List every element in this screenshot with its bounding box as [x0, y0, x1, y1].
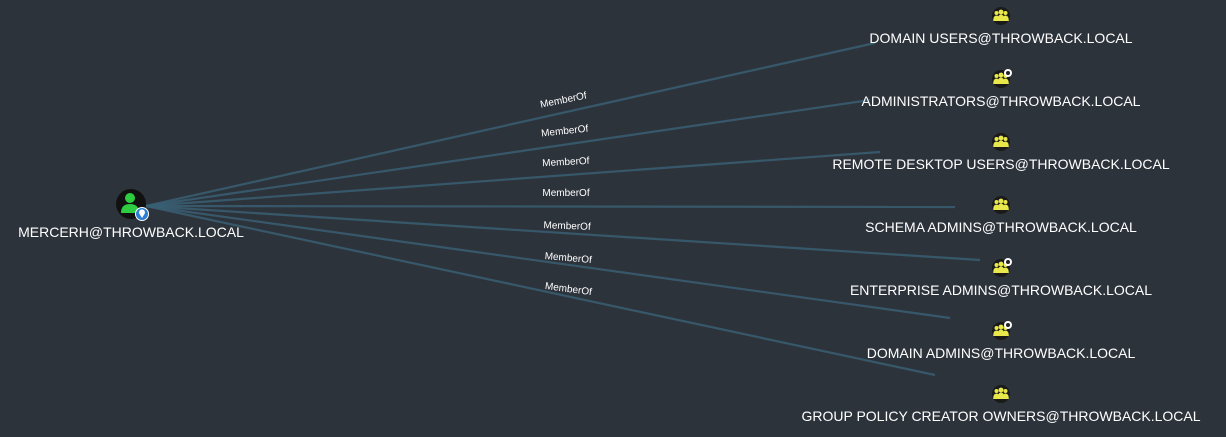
highvalue-badge-icon: [1004, 321, 1012, 329]
edge-label: MemberOf: [543, 220, 591, 233]
group-node-label: DOMAIN USERS@THROWBACK.LOCAL: [869, 30, 1132, 46]
edge-memberof[interactable]: [145, 41, 876, 208]
group-node[interactable]: GROUP POLICY CREATOR OWNERS@THROWBACK.LO…: [801, 385, 1201, 424]
edge-label: MemberOf: [541, 124, 589, 140]
source-node-label: MERCERH@THROWBACK.LOCAL: [18, 224, 244, 240]
group-node[interactable]: SCHEMA ADMINS@THROWBACK.LOCAL: [865, 196, 1137, 235]
group-icon: [992, 7, 1010, 25]
highvalue-badge-icon: [1004, 69, 1012, 77]
group-node-label: SCHEMA ADMINS@THROWBACK.LOCAL: [865, 219, 1137, 235]
group-node-label: GROUP POLICY CREATOR OWNERS@THROWBACK.LO…: [801, 408, 1200, 424]
group-node[interactable]: REMOTE DESKTOP USERS@THROWBACK.LOCAL: [832, 133, 1170, 172]
map-pin-icon: [135, 207, 149, 221]
group-node-label: ADMINISTRATORS@THROWBACK.LOCAL: [862, 93, 1141, 109]
group-icon: [992, 133, 1010, 151]
group-node[interactable]: DOMAIN ADMINS@THROWBACK.LOCAL: [867, 321, 1136, 361]
edge-label: MemberOf: [544, 251, 592, 266]
highvalue-badge-icon: [1004, 258, 1012, 266]
group-icon: [992, 196, 1010, 214]
graph-canvas[interactable]: MemberOf MemberOf MemberOf MemberOf MemberOf…: [0, 0, 1226, 437]
group-icon: [992, 385, 1010, 403]
group-node[interactable]: ADMINISTRATORS@THROWBACK.LOCAL: [862, 69, 1141, 109]
group-node-label: REMOTE DESKTOP USERS@THROWBACK.LOCAL: [832, 156, 1170, 172]
edge-memberof[interactable]: [145, 204, 956, 209]
group-nodes-layer: DOMAIN USERS@THROWBACK.LOCAL ADMINISTRATO…: [801, 7, 1201, 424]
group-node-label: ENTERPRISE ADMINS@THROWBACK.LOCAL: [850, 282, 1152, 298]
edge-label: MemberOf: [542, 156, 590, 169]
group-node-label: DOMAIN ADMINS@THROWBACK.LOCAL: [867, 345, 1136, 361]
edge-label: MemberOf: [539, 90, 588, 110]
edge-memberof[interactable]: [145, 98, 871, 208]
edge-label: MemberOf: [542, 188, 589, 199]
group-node[interactable]: DOMAIN USERS@THROWBACK.LOCAL: [869, 7, 1133, 46]
edge-memberof[interactable]: [145, 150, 881, 208]
group-node[interactable]: ENTERPRISE ADMINS@THROWBACK.LOCAL: [850, 258, 1152, 298]
edges-layer: [145, 41, 981, 377]
